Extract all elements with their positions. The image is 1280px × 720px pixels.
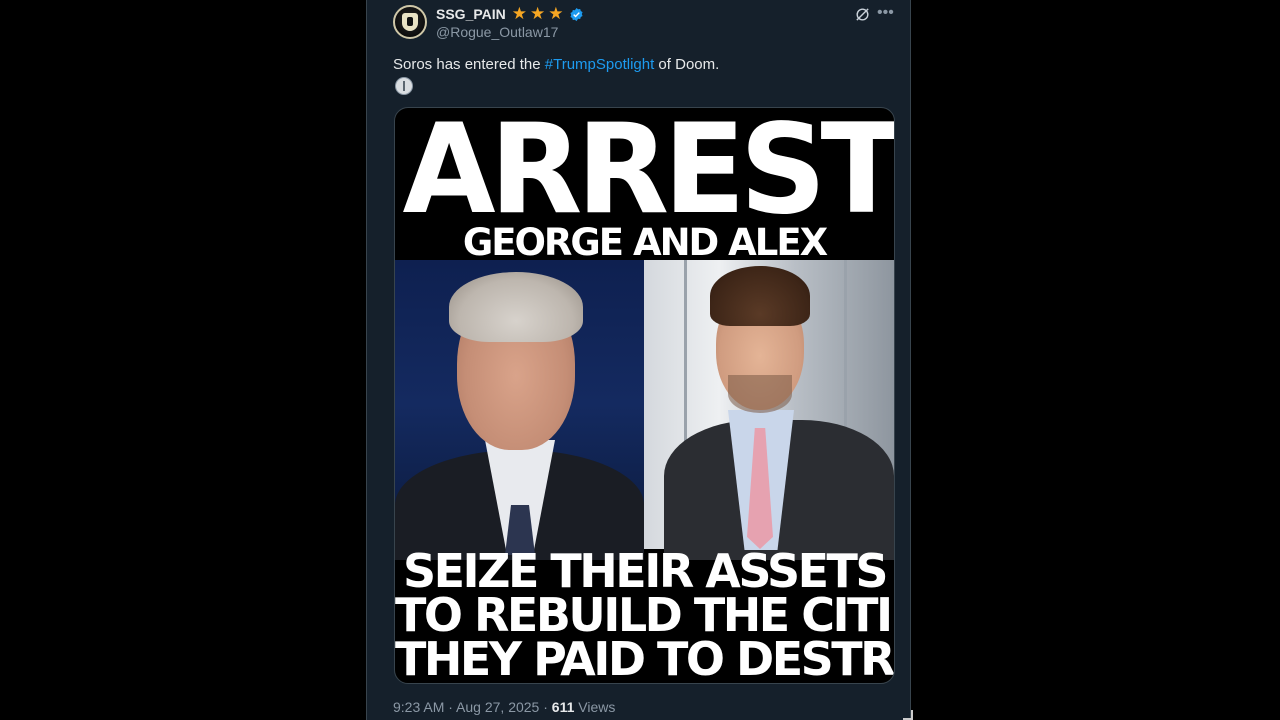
photo-alex-soros <box>644 260 894 560</box>
avatar[interactable] <box>393 5 427 39</box>
image-bottom-line: THEY PAID TO DESTROY <box>395 632 894 684</box>
image-bottom-text: SEIZE THEIR ASSETS TO REBUILD THE CITIES… <box>395 544 895 684</box>
hair-shape <box>449 272 583 342</box>
tweet-meta: 9:23 AM · Aug 27, 2025 · 611 Views <box>393 698 615 716</box>
emoji-icon <box>395 77 413 95</box>
verified-badge-icon <box>569 7 583 21</box>
views-label: Views <box>574 699 616 715</box>
image-bottom-line: SEIZE THEIR ASSETS <box>402 544 889 598</box>
beard-shape <box>728 375 792 413</box>
image-headline: ARREST <box>402 107 895 242</box>
star-icon: ★ <box>511 4 528 23</box>
tweet-text-after: of Doom. <box>654 56 720 73</box>
author-handle[interactable]: @Rogue_Outlaw17 <box>436 24 558 40</box>
image-bottom-line: TO REBUILD THE CITIES <box>395 588 895 642</box>
separator: · <box>444 699 457 715</box>
star-icon: ★ <box>530 4 546 23</box>
tweet-text-before: Soros has entered the <box>393 56 545 73</box>
resize-handle-icon <box>903 710 913 720</box>
hair-shape <box>710 266 810 326</box>
tweet-card: SSG_PAIN ★ ★ ★ @Rogue_Outlaw17 ••• Soros… <box>366 0 911 720</box>
shield-icon <box>402 13 418 31</box>
tweet-image[interactable]: ARREST GEORGE AND ALEX SOROS SEIZE THEIR… <box>394 107 895 684</box>
author-name-row: SSG_PAIN ★ ★ ★ <box>436 4 584 23</box>
star-icon: ★ <box>548 4 564 23</box>
more-options-icon[interactable]: ••• <box>877 4 894 22</box>
photo-george-soros <box>395 260 644 560</box>
views-count: 611 <box>551 699 575 715</box>
grok-icon[interactable] <box>854 6 871 23</box>
tweet-time[interactable]: 9:23 AM <box>393 699 444 715</box>
tweet-date[interactable]: Aug 27, 2025 <box>456 699 539 715</box>
tweet-text: Soros has entered the #TrumpSpotlight of… <box>393 55 719 75</box>
separator: · <box>539 699 552 715</box>
hashtag-link[interactable]: #TrumpSpotlight <box>545 56 655 73</box>
author-display-name[interactable]: SSG_PAIN <box>436 6 506 22</box>
